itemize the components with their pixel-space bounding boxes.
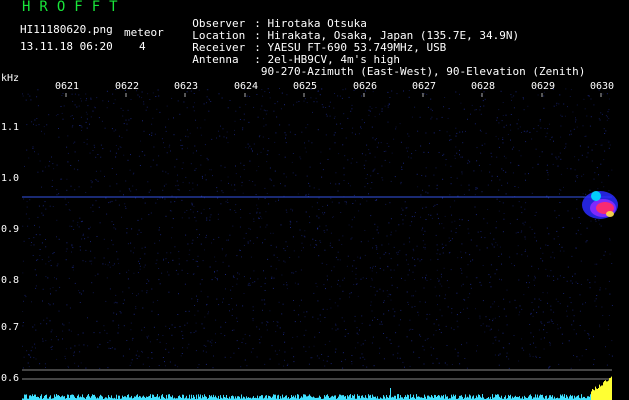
y-tick-label: 1.0	[1, 173, 20, 184]
y-axis-unit: kHz	[1, 73, 20, 84]
x-tick-label: 0628	[471, 81, 496, 92]
x-tick-label: 0626	[353, 81, 378, 92]
x-tick-label: 0630	[590, 81, 615, 92]
y-tick-label: 0.6	[1, 373, 20, 384]
y-tick-label: 0.9	[1, 224, 20, 235]
meteor-label: meteor	[124, 26, 164, 39]
meteor-burst	[582, 191, 618, 219]
x-tick-label: 0624	[234, 81, 259, 92]
x-tick-label: 0622	[115, 81, 140, 92]
datetime: 13.11.18 06:20	[20, 40, 113, 53]
axis-tick-marks	[65, 93, 602, 97]
x-tick-label: 0621	[55, 81, 80, 92]
info-row-antenna-direction: 90-270-Azimuth (East-West), 90-Elevation…	[179, 52, 586, 78]
app-title: HROFFT	[22, 0, 127, 15]
x-tick-label: 0625	[293, 81, 318, 92]
info-value: 90-270-Azimuth (East-West), 90-Elevation…	[260, 65, 586, 78]
x-tick-label: 0627	[412, 81, 437, 92]
spectrogram-noise	[22, 88, 613, 369]
x-tick-label: 0629	[531, 81, 556, 92]
meteor-count: 4	[139, 40, 146, 53]
y-tick-label: 1.1	[1, 122, 20, 133]
x-tick-label: 0623	[174, 81, 199, 92]
y-tick-label: 0.7	[1, 322, 20, 333]
filename: HI11180620.png	[20, 23, 113, 36]
y-tick-label: 0.8	[1, 275, 20, 286]
signal-histogram	[22, 376, 612, 400]
